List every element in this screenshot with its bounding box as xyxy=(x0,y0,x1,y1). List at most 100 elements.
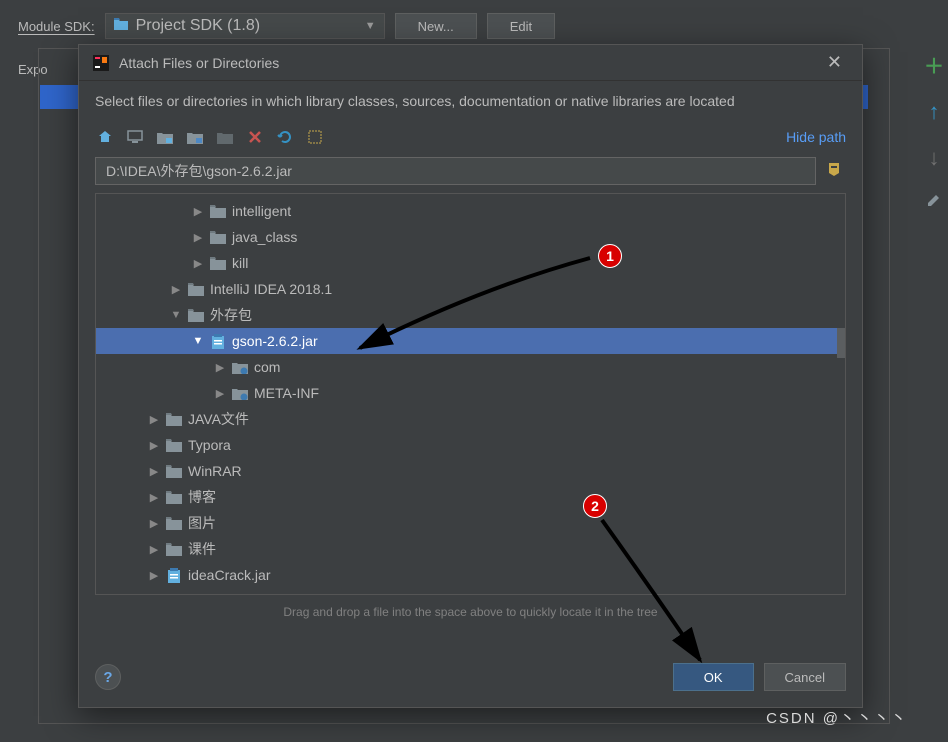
chevron-right-icon[interactable]: ▶ xyxy=(148,517,160,530)
right-sidebar: ＋ ↑ ↓ xyxy=(920,50,948,214)
folder-icon xyxy=(210,230,226,244)
chevron-right-icon[interactable]: ▶ xyxy=(192,257,204,270)
chevron-right-icon[interactable]: ▶ xyxy=(214,387,226,400)
folder-icon xyxy=(166,438,182,452)
chevron-down-icon: ▼ xyxy=(365,20,376,32)
tree-node-label: JAVA文件 xyxy=(188,409,249,429)
new-folder-icon[interactable] xyxy=(215,127,235,147)
sdk-dropdown[interactable]: Project SDK (1.8) ▼ xyxy=(105,13,385,39)
tree-node[interactable]: ▶ java_class xyxy=(96,224,845,250)
annotation-badge-2: 2 xyxy=(583,494,607,518)
pkg-icon xyxy=(232,360,248,374)
tree-node[interactable]: ▶ intelligent xyxy=(96,198,845,224)
close-icon[interactable]: ✕ xyxy=(821,48,848,77)
module-folder-icon[interactable] xyxy=(185,127,205,147)
tree-node[interactable]: ▶ 课件 xyxy=(96,536,845,562)
edit-sdk-button[interactable]: Edit xyxy=(487,13,555,39)
chevron-right-icon[interactable]: ▶ xyxy=(148,569,160,582)
tree-node[interactable]: ▶ IntelliJ IDEA 2018.1 xyxy=(96,276,845,302)
tree-node[interactable]: ▶ Typora xyxy=(96,432,845,458)
tree-node[interactable]: ▶ 图片 xyxy=(96,510,845,536)
pkg-icon xyxy=(232,386,248,400)
chevron-right-icon[interactable]: ▶ xyxy=(148,465,160,478)
tree-node[interactable]: ▶ com xyxy=(96,354,845,380)
folder-icon xyxy=(166,490,182,504)
tree-node-label: Typora xyxy=(188,437,231,453)
chevron-right-icon[interactable]: ▶ xyxy=(148,413,160,426)
folder-icon xyxy=(210,256,226,270)
tree-node-selected[interactable]: ▼gson-2.6.2.jar xyxy=(96,328,845,354)
watermark: CSDN @丶丶丶丶 xyxy=(766,707,908,728)
tree-node-label: 图片 xyxy=(188,513,216,533)
folder-icon xyxy=(188,282,204,296)
cancel-button[interactable]: Cancel xyxy=(764,663,846,691)
delete-icon[interactable] xyxy=(245,127,265,147)
ok-button[interactable]: OK xyxy=(673,663,754,691)
tree-node[interactable]: ▶ META-INF xyxy=(96,380,845,406)
sdk-folder-icon xyxy=(114,17,128,35)
tree-node-label: intelligent xyxy=(232,203,291,219)
folder-icon xyxy=(210,204,226,218)
sdk-label: Module SDK: xyxy=(18,19,95,34)
attach-files-dialog: Attach Files or Directories ✕ Select fil… xyxy=(78,44,863,708)
chevron-down-icon[interactable]: ▼ xyxy=(170,309,182,321)
folder-icon xyxy=(166,542,182,556)
chevron-down-icon[interactable]: ▼ xyxy=(192,335,204,347)
help-button[interactable]: ? xyxy=(95,664,121,690)
tree-node[interactable]: ▶ JAVA文件 xyxy=(96,406,845,432)
project-folder-icon[interactable] xyxy=(155,127,175,147)
intellij-icon xyxy=(93,55,109,71)
path-input[interactable] xyxy=(95,157,816,185)
new-sdk-button[interactable]: New... xyxy=(395,13,477,39)
tree-node-label: 外存包 xyxy=(210,305,252,325)
chevron-right-icon[interactable]: ▶ xyxy=(148,491,160,504)
tree-node-label: IntelliJ IDEA 2018.1 xyxy=(210,281,332,297)
desktop-icon[interactable] xyxy=(125,127,145,147)
titlebar: Attach Files or Directories ✕ xyxy=(79,45,862,81)
sdk-row: Module SDK: Project SDK (1.8) ▼ New... E… xyxy=(18,12,930,40)
show-hidden-icon[interactable] xyxy=(305,127,325,147)
history-dropdown-icon[interactable] xyxy=(822,157,846,185)
chevron-right-icon[interactable]: ▶ xyxy=(192,231,204,244)
sdk-value: Project SDK (1.8) xyxy=(136,17,260,35)
tree-node-label: 博客 xyxy=(188,487,216,507)
folder-icon xyxy=(166,516,182,530)
move-up-icon[interactable]: ↑ xyxy=(929,99,940,125)
tree-node[interactable]: ▶ ideaCrack.jar xyxy=(96,562,845,588)
dialog-title: Attach Files or Directories xyxy=(119,55,279,71)
instruction-text: Select files or directories in which lib… xyxy=(79,81,862,121)
chevron-right-icon[interactable]: ▶ xyxy=(148,543,160,556)
chevron-right-icon[interactable]: ▶ xyxy=(214,361,226,374)
tree-node[interactable]: ▶ WinRAR xyxy=(96,458,845,484)
chevron-right-icon[interactable]: ▶ xyxy=(170,283,182,296)
chevron-right-icon[interactable]: ▶ xyxy=(148,439,160,452)
annotation-badge-1: 1 xyxy=(598,244,622,268)
tree-node-label: kill xyxy=(232,255,248,271)
tree-node[interactable]: ▼ 外存包 xyxy=(96,302,845,328)
hide-path-link[interactable]: Hide path xyxy=(786,129,846,145)
tree-node[interactable]: ▶ kill xyxy=(96,250,845,276)
move-down-icon[interactable]: ↓ xyxy=(929,145,940,171)
tree-node-label: ideaCrack.jar xyxy=(188,567,270,583)
refresh-icon[interactable] xyxy=(275,127,295,147)
edit-icon[interactable] xyxy=(926,191,942,214)
tree-node-label: META-INF xyxy=(254,385,319,401)
path-row xyxy=(79,153,862,193)
folder-icon xyxy=(166,464,182,478)
jar-icon xyxy=(166,568,182,582)
jar-icon xyxy=(210,334,226,348)
folder-icon xyxy=(188,308,204,322)
tree-node-label: 课件 xyxy=(188,539,216,559)
file-toolbar: Hide path xyxy=(79,121,862,153)
chevron-right-icon[interactable]: ▶ xyxy=(192,205,204,218)
tree-node-label: WinRAR xyxy=(188,463,242,479)
dialog-footer: ? OK Cancel xyxy=(79,653,862,707)
home-icon[interactable] xyxy=(95,127,115,147)
file-tree[interactable]: ▶ intelligent ▶ java_class ▶ kill ▶ IntelliJ ID… xyxy=(95,193,846,595)
folder-icon xyxy=(166,412,182,426)
tree-node[interactable]: ▶ 博客 xyxy=(96,484,845,510)
tree-node-label: com xyxy=(254,359,280,375)
tree-node-label: java_class xyxy=(232,229,297,245)
add-icon[interactable]: ＋ xyxy=(924,50,944,79)
scrollbar-thumb[interactable] xyxy=(837,328,845,358)
